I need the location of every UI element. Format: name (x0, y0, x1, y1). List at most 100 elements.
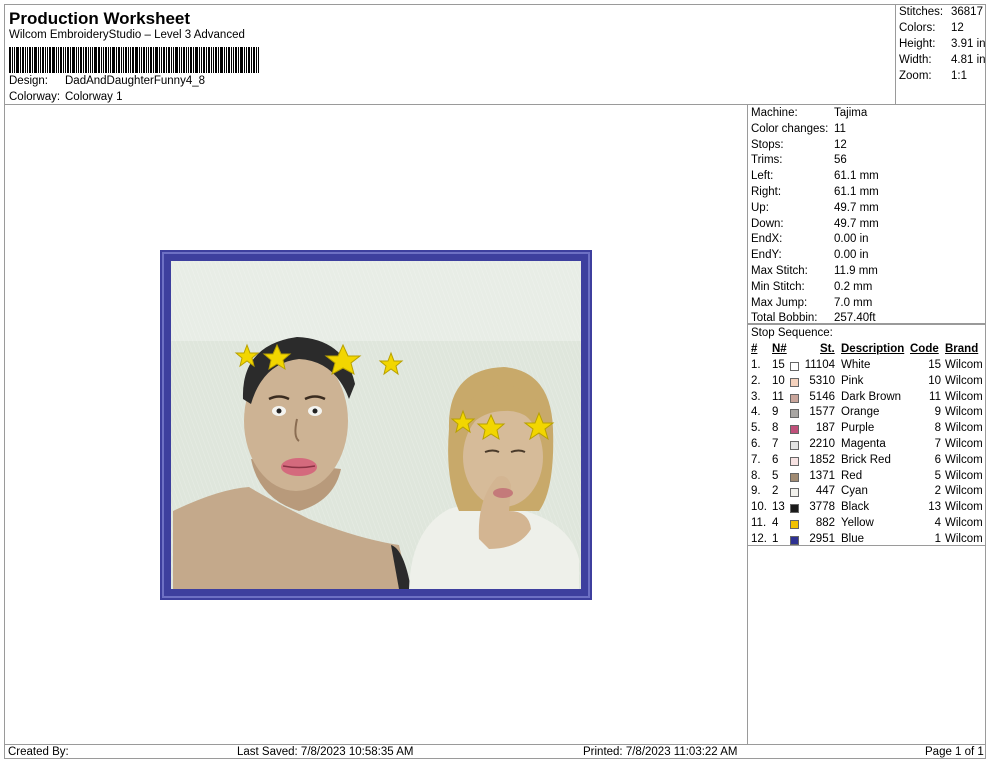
machine-info-row: EndX: 0.00 in (751, 233, 983, 249)
stat-zoom: Zoom: 1:1 (899, 70, 987, 86)
barcode-bar (188, 47, 189, 73)
row-code: 1 (934, 532, 941, 545)
barcode-bar (224, 47, 225, 73)
barcode-bar (103, 47, 104, 73)
barcode-bar (195, 47, 198, 73)
thread-color-swatch (790, 535, 799, 545)
barcode-bar (32, 47, 33, 73)
info-value: 61.1 mm (834, 186, 879, 198)
row-brand: Wilcom (945, 359, 983, 371)
row-description: Pink (841, 374, 864, 387)
thread-color-swatch (790, 409, 799, 419)
software-name: Wilcom EmbroideryStudio – Level 3 Advanc… (9, 29, 245, 41)
thread-color-swatch (790, 425, 799, 435)
row-needle: 10 (772, 374, 785, 387)
barcode-bar (201, 47, 202, 73)
barcode-bar (56, 47, 57, 73)
barcode-bar (186, 47, 187, 73)
row-code: 10 (928, 374, 941, 387)
stop-sequence-row: 7. 6 1852 Brick Red 6 Wilcom (748, 454, 985, 470)
row-code: 7 (934, 438, 941, 450)
row-description: Yellow (841, 517, 874, 529)
barcode-bar (240, 47, 243, 73)
barcode (9, 47, 311, 73)
barcode-bar (153, 47, 154, 73)
barcode-bar (233, 47, 234, 73)
thread-color-swatch (790, 362, 799, 371)
row-description: Orange (841, 406, 880, 419)
barcode-bar (206, 47, 207, 73)
barcode-bar (183, 47, 185, 73)
design-name: DadAndDaughterFunny4_8 (65, 75, 206, 87)
info-value: 56 (834, 154, 847, 167)
row-brand: Wilcom (945, 517, 983, 529)
info-value: 49.7 mm (834, 217, 879, 230)
barcode-bar (98, 47, 100, 73)
barcode-bar (47, 47, 48, 73)
stat-label: Stitches: (899, 6, 944, 18)
stop-sequence-row: 8. 5 1371 Red 5 Wilcom (748, 470, 985, 486)
row-description: Dark Brown (841, 390, 902, 403)
worksheet-title: Production Worksheet (9, 9, 191, 28)
info-label: Min Stitch: (751, 280, 805, 293)
barcode-bar (163, 47, 165, 73)
row-code: 4 (934, 517, 941, 529)
row-needle: 6 (772, 453, 779, 466)
barcode-bar (38, 47, 39, 73)
worksheet-footer: Created By: Last Saved: 7/8/2023 10:58:3… (4, 744, 986, 759)
barcode-bar (12, 47, 13, 73)
stat-colors: Colors: 12 (899, 22, 987, 38)
col-header-brand: Brand (945, 343, 979, 355)
stop-sequence-row: 4. 9 1577 Orange 9 Wilcom (748, 406, 985, 422)
barcode-bar (166, 47, 167, 73)
barcode-bar (72, 47, 75, 73)
barcode-bar (146, 47, 147, 73)
row-stitches: 1852 (809, 453, 835, 466)
row-stitches: 2951 (809, 532, 835, 545)
machine-info-panel: Machine: Tajima Color changes: 11 Stops: 12 Tr… (747, 104, 986, 324)
row-needle: 8 (772, 422, 779, 435)
design-preview-area (4, 104, 748, 745)
row-needle: 4 (772, 517, 779, 529)
barcode-bar (208, 47, 210, 73)
row-index: 5. (751, 422, 761, 435)
page-number: Page 1 of 1 (925, 746, 984, 758)
row-brand: Wilcom (945, 438, 983, 450)
stop-sequence-row: 5. 8 187 Purple 8 Wilcom (748, 422, 985, 438)
barcode-bar (110, 47, 111, 73)
row-index: 12. (751, 532, 767, 545)
stat-value: 1:1 (951, 70, 967, 82)
barcode-bar (67, 47, 69, 73)
row-code: 15 (928, 359, 941, 371)
info-label: Right: (751, 186, 782, 198)
info-label: EndX: (751, 233, 783, 246)
info-label: EndY: (751, 249, 782, 262)
barcode-bar (168, 47, 170, 73)
barcode-bar (132, 47, 134, 73)
row-code: 6 (934, 453, 941, 466)
info-label: Down: (751, 217, 784, 230)
barcode-bar (161, 47, 162, 73)
stat-value: 36817 (951, 6, 983, 18)
barcode-bar (141, 47, 142, 73)
barcode-bar (181, 47, 182, 73)
stop-sequence-row: 6. 7 2210 Magenta 7 Wilcom (748, 438, 985, 454)
machine-info-row: Machine: Tajima (751, 107, 983, 123)
barcode-bar (108, 47, 109, 73)
stop-sequence-panel: Stop Sequence: # N# St. Description Code… (747, 324, 986, 546)
machine-info-row: Max Stitch: 11.9 mm (751, 265, 983, 281)
info-label: Color changes: (751, 122, 829, 135)
barcode-bar (199, 47, 200, 73)
barcode-bar (190, 47, 192, 73)
row-index: 8. (751, 469, 761, 482)
stop-sequence-row: 1. 15 11104 White 15 Wilcom (748, 359, 985, 375)
row-brand: Wilcom (945, 469, 983, 482)
barcode-bar (112, 47, 115, 73)
barcode-bar (179, 47, 180, 73)
barcode-bar (14, 47, 15, 73)
barcode-bar (34, 47, 37, 73)
row-brand: Wilcom (945, 453, 983, 466)
info-value: 0.2 mm (834, 280, 873, 293)
barcode-bar (42, 47, 44, 73)
stat-height: Height: 3.91 in (899, 38, 987, 54)
